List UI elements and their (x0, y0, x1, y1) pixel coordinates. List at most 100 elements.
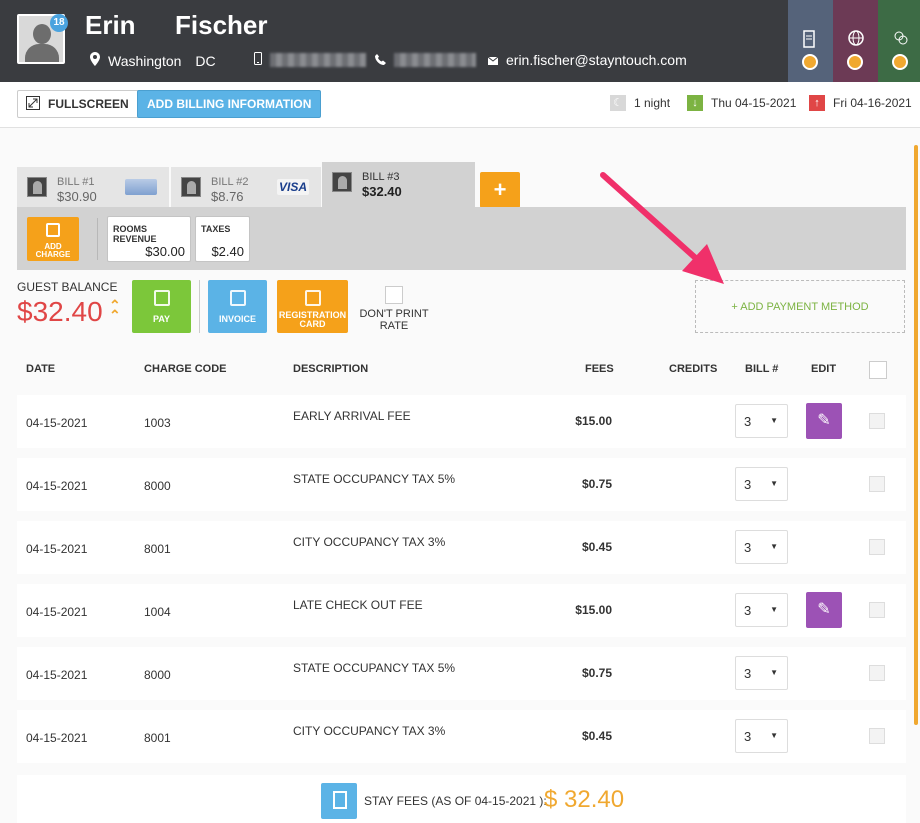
bill-number-select[interactable]: 3 ▼ (735, 467, 788, 501)
row-description: STATE OCCUPANCY TAX 5% (293, 472, 456, 486)
row-checkbox[interactable] (869, 539, 885, 555)
add-bill-button[interactable]: + (480, 172, 520, 208)
header-description: DESCRIPTION (293, 363, 369, 375)
row-fees: $0.45 (581, 540, 612, 554)
departure-arrow-icon: ↑ (809, 95, 825, 111)
departure-date: Fri 04-16-2021 (833, 96, 912, 110)
bill-label: BILL #3 (362, 171, 400, 183)
edit-button[interactable]: ✎ (806, 592, 842, 628)
row-charge-code: 8001 (144, 731, 171, 745)
bill-number-select[interactable]: 3 ▼ (735, 530, 788, 564)
guest-location: Washington DC (90, 52, 216, 69)
table-row: 04-15-2021 8001 CITY OCCUPANCY TAX 3% $0… (17, 521, 906, 574)
registration-card-button[interactable]: REGISTRATION CARD (277, 280, 348, 333)
guest-email-text[interactable]: erin.fischer@stayntouch.com (506, 52, 687, 68)
location-pin-icon (90, 52, 100, 69)
edit-button[interactable]: ✎ (806, 403, 842, 439)
guest-balance-label: GUEST BALANCE (17, 280, 118, 294)
row-description: CITY OCCUPANCY TAX 3% (293, 724, 446, 738)
row-fees: $0.75 (581, 477, 612, 491)
registration-card-label: REGISTRATION CARD (278, 310, 347, 329)
row-date: 04-15-2021 (26, 731, 88, 745)
stay-fees-value: $ 32.40 (544, 786, 625, 813)
mobile-phone-icon (254, 52, 262, 68)
circles-icon (893, 30, 909, 51)
row-charge-code: 8001 (144, 542, 171, 556)
guest-last-name: Fischer (175, 10, 268, 40)
row-checkbox[interactable] (869, 728, 885, 744)
pay-label: PAY (152, 314, 170, 324)
header-credits: CREDITS (669, 363, 718, 375)
row-fees: $0.45 (581, 729, 612, 743)
guest-first-name: Erin (85, 10, 136, 40)
bill-amount: $30.90 (57, 189, 97, 204)
add-charge-button[interactable]: ADD CHARGE (27, 217, 79, 261)
stay-arrival: ↓ Thu 04-15-2021 (687, 95, 796, 111)
scrollbar[interactable] (914, 145, 918, 725)
dropdown-arrow-icon: ▼ (770, 605, 778, 614)
invoice-button[interactable]: INVOICE (208, 280, 267, 333)
row-checkbox[interactable] (869, 413, 885, 429)
bill-number-select[interactable]: 3 ▼ (735, 593, 788, 627)
guest-header: 18 Erin Fischer Washington DC erin.fisch… (0, 0, 920, 82)
search-icon[interactable] (802, 54, 818, 70)
divider (199, 280, 200, 333)
row-charge-code: 8000 (144, 479, 171, 493)
dont-print-rate-toggle[interactable]: DON'T PRINT RATE (358, 286, 430, 332)
pay-button[interactable]: PAY (132, 280, 191, 333)
pencil-icon: ✎ (817, 601, 831, 618)
nights-text: 1 night (634, 96, 671, 110)
divider (97, 218, 98, 260)
search-icon[interactable] (847, 54, 863, 70)
add-billing-information-button[interactable]: ADD BILLING INFORMATION (137, 90, 322, 118)
row-checkbox[interactable] (869, 602, 885, 618)
header-charge-code: CHARGE CODE (144, 363, 227, 375)
stay-nights: ☾ 1 night (610, 95, 670, 111)
chevron-up-icon[interactable]: ⌃ ⌃ (109, 298, 121, 322)
arrival-arrow-icon: ↓ (687, 95, 703, 111)
invoice-label: INVOICE (218, 314, 256, 324)
guest-mobile (254, 52, 366, 68)
dont-print-rate-checkbox[interactable] (385, 286, 403, 304)
fullscreen-button[interactable]: FULLSCREEN (17, 90, 140, 118)
row-fees: $15.00 (575, 414, 612, 428)
rooms-revenue-label: ROOMS REVENUE (113, 224, 157, 244)
bill-label: BILL #1 (57, 176, 95, 188)
tile-card[interactable] (788, 0, 833, 82)
guest-photo-icon (27, 177, 47, 197)
bill-number-select[interactable]: 3 ▼ (735, 656, 788, 690)
stay-departure: ↑ Fri 04-16-2021 (809, 95, 912, 111)
table-row: 04-15-2021 1003 EARLY ARRIVAL FEE $15.00… (17, 395, 906, 448)
guest-phone (375, 52, 476, 68)
bill-amount: $32.40 (362, 184, 402, 199)
select-all-checkbox[interactable] (869, 361, 887, 379)
dropdown-arrow-icon: ▼ (770, 731, 778, 740)
guest-balance-value: $32.40 (17, 296, 103, 327)
row-description: EARLY ARRIVAL FEE (293, 409, 411, 423)
taxes-value: $2.40 (211, 244, 244, 259)
bill-number-select[interactable]: 3 ▼ (735, 404, 788, 438)
guest-photo-icon (181, 177, 201, 197)
globe-icon (848, 30, 864, 51)
receipt-icon[interactable] (321, 783, 357, 819)
tile-preferences[interactable] (878, 0, 920, 82)
row-date: 04-15-2021 (26, 668, 88, 682)
tab-bill-2[interactable]: BILL #2 $8.76 VISA (171, 167, 321, 208)
row-checkbox[interactable] (869, 665, 885, 681)
notification-badge[interactable]: 18 (50, 14, 68, 32)
add-payment-method-button[interactable]: + ADD PAYMENT METHOD (695, 280, 905, 333)
fullscreen-label: FULLSCREEN (48, 97, 129, 111)
tab-bill-3[interactable]: BILL #3 $32.40 (322, 162, 475, 208)
tile-globe[interactable] (833, 0, 878, 82)
tab-bill-1[interactable]: BILL #1 $30.90 (17, 167, 169, 208)
guest-photo-icon (332, 172, 352, 192)
row-checkbox[interactable] (869, 476, 885, 492)
toolbar: FULLSCREEN ADD BILLING INFORMATION ☾ 1 n… (0, 82, 920, 128)
search-icon[interactable] (892, 54, 908, 70)
bill-amount: $8.76 (211, 189, 244, 204)
expand-icon (26, 95, 40, 113)
taxes-label: TAXES (201, 224, 231, 234)
row-fees: $15.00 (575, 603, 612, 617)
dropdown-arrow-icon: ▼ (770, 542, 778, 551)
bill-number-select[interactable]: 3 ▼ (735, 719, 788, 753)
